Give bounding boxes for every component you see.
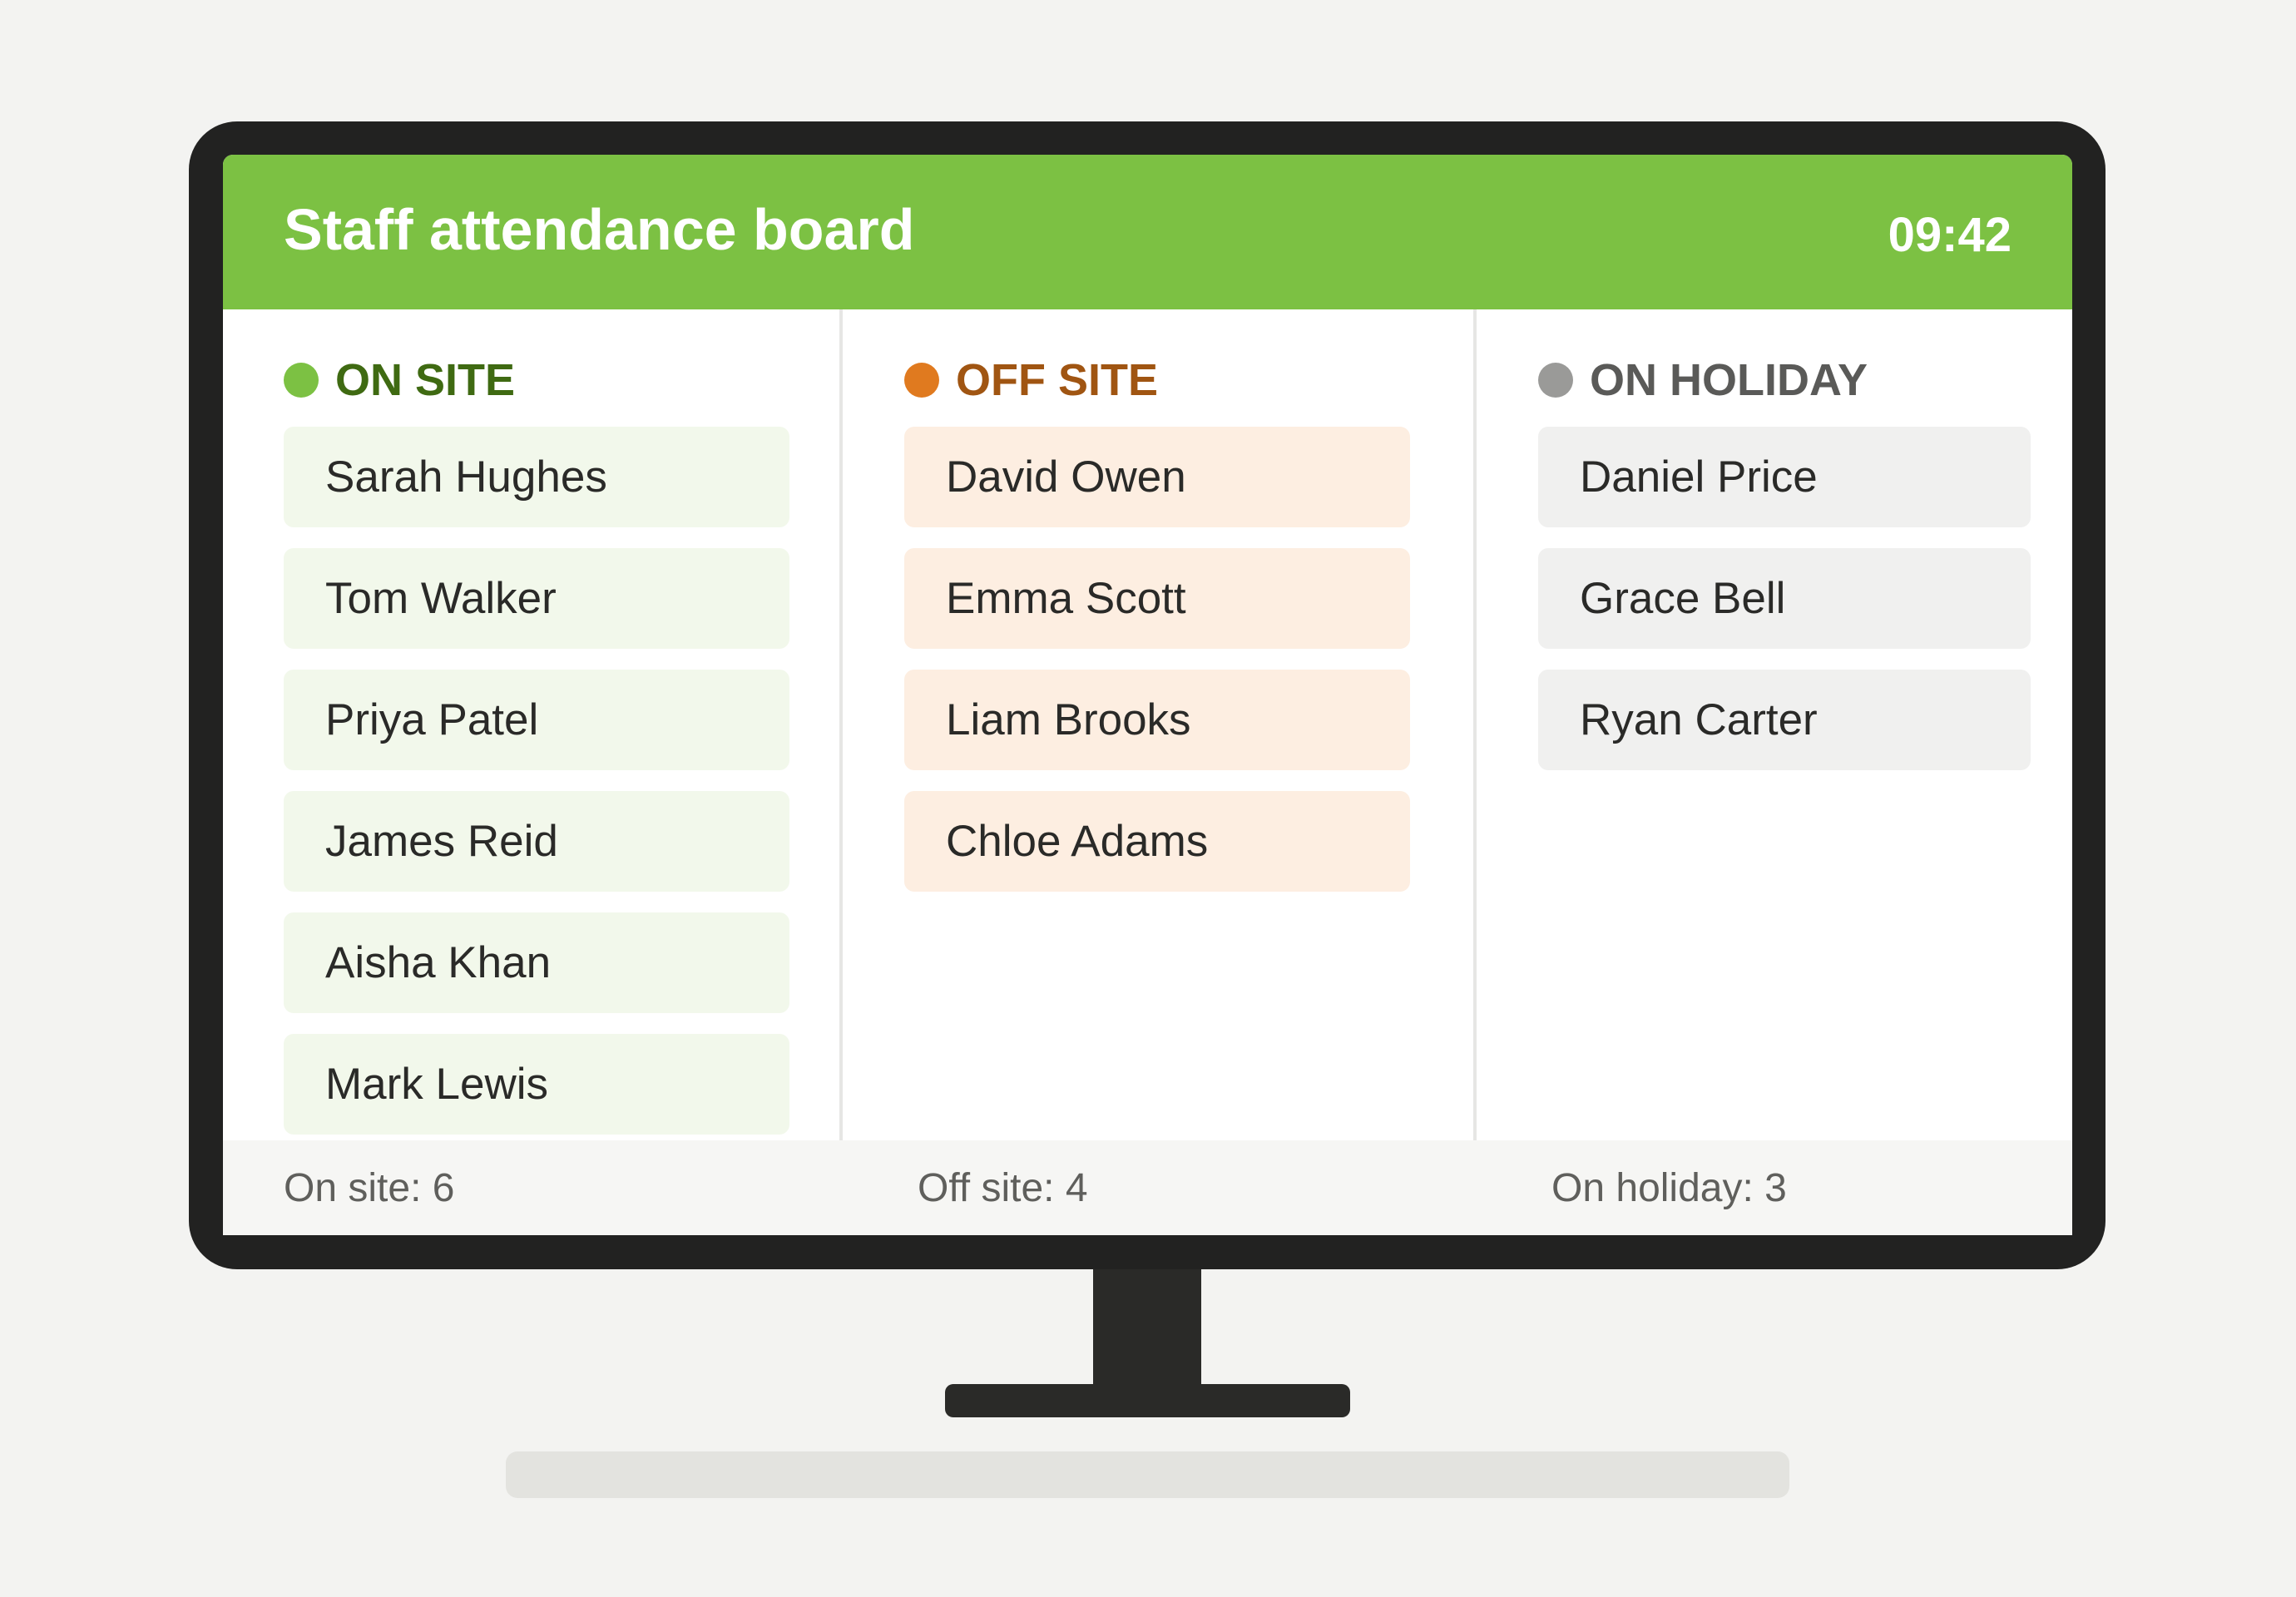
staff-card[interactable]: David Owen bbox=[904, 427, 1410, 527]
on-site-list: Sarah Hughes Tom Walker Priya Patel Jame… bbox=[284, 427, 789, 1155]
column-label: ON HOLIDAY bbox=[1590, 355, 1868, 405]
staff-card[interactable]: James Reid bbox=[284, 791, 789, 892]
staff-card[interactable]: Tom Walker bbox=[284, 548, 789, 649]
staff-card[interactable]: Grace Bell bbox=[1538, 548, 2031, 649]
monitor-shadow bbox=[506, 1451, 1789, 1498]
clock-display: 09:42 bbox=[1888, 208, 2011, 262]
board-title: Staff attendance board bbox=[284, 197, 915, 262]
staff-card[interactable]: Mark Lewis bbox=[284, 1034, 789, 1135]
on-holiday-status-dot-icon bbox=[1538, 363, 1573, 398]
on-holiday-list: Daniel Price Grace Bell Ryan Carter bbox=[1538, 427, 2031, 791]
staff-card[interactable]: Liam Brooks bbox=[904, 670, 1410, 770]
board-header: Staff attendance board 09:42 bbox=[223, 155, 2072, 309]
column-label: ON SITE bbox=[335, 355, 516, 405]
column-header-on-holiday: ON HOLIDAY bbox=[1538, 353, 1868, 408]
on-site-count: On site: 6 bbox=[284, 1166, 455, 1210]
on-holiday-count: On holiday: 3 bbox=[1551, 1166, 1787, 1210]
off-site-list: David Owen Emma Scott Liam Brooks Chloe … bbox=[904, 427, 1410, 912]
column-on-site: ON SITE Sarah Hughes Tom Walker Priya Pa… bbox=[223, 309, 839, 1235]
off-site-count: Off site: 4 bbox=[918, 1166, 1088, 1210]
column-off-site: OFF SITE David Owen Emma Scott Liam Broo… bbox=[839, 309, 1459, 1235]
staff-card[interactable]: Ryan Carter bbox=[1538, 670, 2031, 770]
attendance-screen: Staff attendance board 09:42 ON SITE Sar… bbox=[223, 155, 2072, 1235]
summary-footer: On site: 6 Off site: 4 On holiday: 3 bbox=[223, 1140, 2072, 1235]
staff-card[interactable]: Chloe Adams bbox=[904, 791, 1410, 892]
on-site-status-dot-icon bbox=[284, 363, 319, 398]
column-on-holiday: ON HOLIDAY Daniel Price Grace Bell Ryan … bbox=[1473, 309, 2072, 1235]
staff-card[interactable]: Daniel Price bbox=[1538, 427, 2031, 527]
off-site-status-dot-icon bbox=[904, 363, 939, 398]
staff-card[interactable]: Aisha Khan bbox=[284, 912, 789, 1013]
monitor-stand-neck bbox=[1093, 1268, 1201, 1389]
monitor-stand-base bbox=[945, 1384, 1350, 1417]
column-header-off-site: OFF SITE bbox=[904, 353, 1158, 408]
column-header-on-site: ON SITE bbox=[284, 353, 515, 408]
column-label: OFF SITE bbox=[956, 355, 1158, 405]
staff-card[interactable]: Priya Patel bbox=[284, 670, 789, 770]
staff-card[interactable]: Sarah Hughes bbox=[284, 427, 789, 527]
staff-card[interactable]: Emma Scott bbox=[904, 548, 1410, 649]
